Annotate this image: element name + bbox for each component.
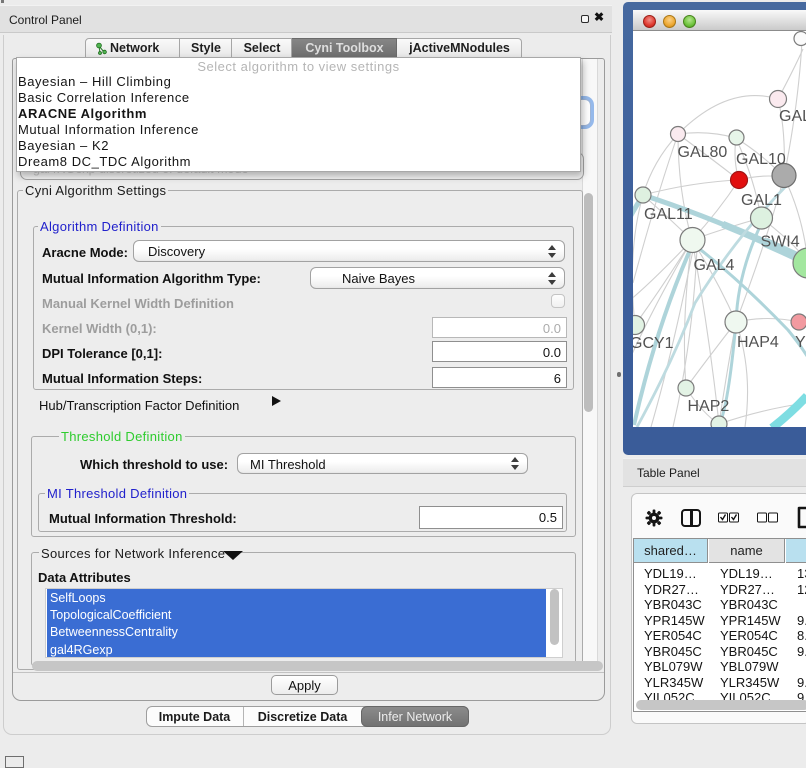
svg-text:SWI4: SWI4 [761, 234, 800, 251]
svg-text:GAL80: GAL80 [678, 144, 728, 161]
svg-text:GCY1: GCY1 [633, 335, 674, 352]
svg-text:HAP2: HAP2 [688, 398, 730, 415]
svg-text:GAL11: GAL11 [644, 206, 693, 223]
svg-text:GAL4: GAL4 [694, 257, 735, 274]
svg-text:GAL1: GAL1 [741, 192, 782, 209]
svg-text:GAL: GAL [779, 108, 806, 125]
svg-text:GAL10: GAL10 [736, 151, 786, 168]
svg-text:HAP4: HAP4 [737, 334, 779, 351]
svg-text:Y: Y [795, 334, 806, 351]
